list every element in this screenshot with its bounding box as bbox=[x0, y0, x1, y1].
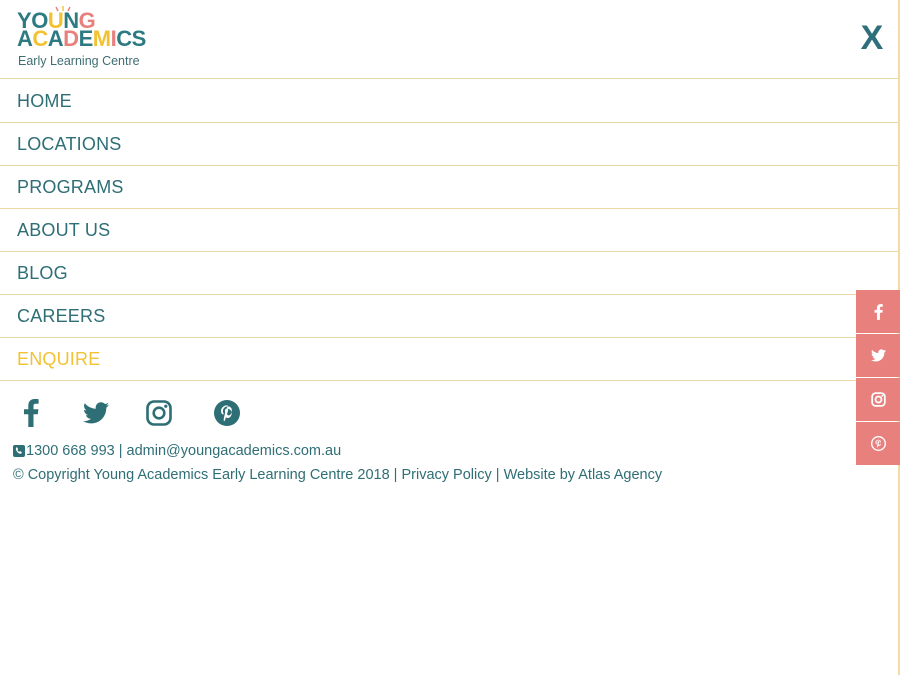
separator: | bbox=[495, 467, 500, 483]
menu-item-label: ENQUIRE bbox=[17, 348, 101, 369]
close-icon: X bbox=[860, 19, 884, 57]
close-menu-button[interactable]: X bbox=[858, 19, 886, 57]
copyright-text: © Copyright Young Academics Early Learni… bbox=[13, 467, 390, 483]
phone-icon bbox=[13, 445, 25, 457]
email-link[interactable]: admin@youngacademics.com.au bbox=[127, 443, 342, 459]
menu-item-label: BLOG bbox=[17, 262, 68, 283]
facebook-icon[interactable] bbox=[14, 397, 48, 429]
logo-subtitle: Early Learning Centre bbox=[18, 54, 140, 68]
twitter-icon[interactable] bbox=[81, 397, 111, 429]
instagram-icon[interactable] bbox=[144, 397, 174, 429]
social-links bbox=[14, 396, 242, 430]
pinterest-icon[interactable] bbox=[212, 397, 242, 429]
share-instagram-button[interactable] bbox=[856, 378, 900, 421]
contact-line: 1300 668 993 | admin@youngacademics.com.… bbox=[13, 443, 341, 460]
instagram-icon bbox=[870, 392, 886, 407]
menu-item-locations[interactable]: LOCATIONS bbox=[0, 123, 898, 166]
menu-item-programs[interactable]: PROGRAMS bbox=[0, 166, 898, 209]
separator: | bbox=[118, 443, 123, 459]
menu-item-home[interactable]: HOME bbox=[0, 80, 898, 123]
menu-item-label: CAREERS bbox=[17, 305, 106, 326]
menu-item-about-us[interactable]: ABOUT US bbox=[0, 209, 898, 252]
main-menu: HOME LOCATIONS PROGRAMS ABOUT US BLOG CA… bbox=[0, 80, 898, 381]
privacy-policy-link[interactable]: Privacy Policy bbox=[401, 467, 491, 483]
copyright-line: © Copyright Young Academics Early Learni… bbox=[13, 467, 662, 484]
menu-item-label: ABOUT US bbox=[17, 219, 111, 240]
menu-item-careers[interactable]: CAREERS bbox=[0, 295, 898, 338]
logo-text-academics: ACADEMICS bbox=[17, 26, 146, 51]
share-pinterest-button[interactable] bbox=[856, 422, 900, 465]
menu-item-enquire[interactable]: ENQUIRE bbox=[0, 338, 898, 381]
share-twitter-button[interactable] bbox=[856, 334, 900, 377]
logo[interactable]: YOUNG ACADEMICS Early Learning Centre bbox=[17, 6, 147, 70]
menu-item-label: HOME bbox=[17, 90, 72, 111]
share-facebook-button[interactable] bbox=[856, 290, 900, 333]
floating-share-bar bbox=[856, 290, 900, 466]
twitter-icon bbox=[870, 349, 886, 362]
menu-item-label: LOCATIONS bbox=[17, 133, 122, 154]
menu-item-label: PROGRAMS bbox=[17, 176, 124, 197]
site-header: YOUNG ACADEMICS Early Learning Centre X bbox=[0, 0, 898, 79]
atlas-agency-link[interactable]: Website by Atlas Agency bbox=[504, 467, 663, 483]
pinterest-icon bbox=[870, 436, 886, 451]
facebook-icon bbox=[874, 303, 883, 320]
separator: | bbox=[393, 467, 398, 483]
phone-link[interactable]: 1300 668 993 bbox=[26, 443, 115, 459]
menu-item-blog[interactable]: BLOG bbox=[0, 252, 898, 295]
